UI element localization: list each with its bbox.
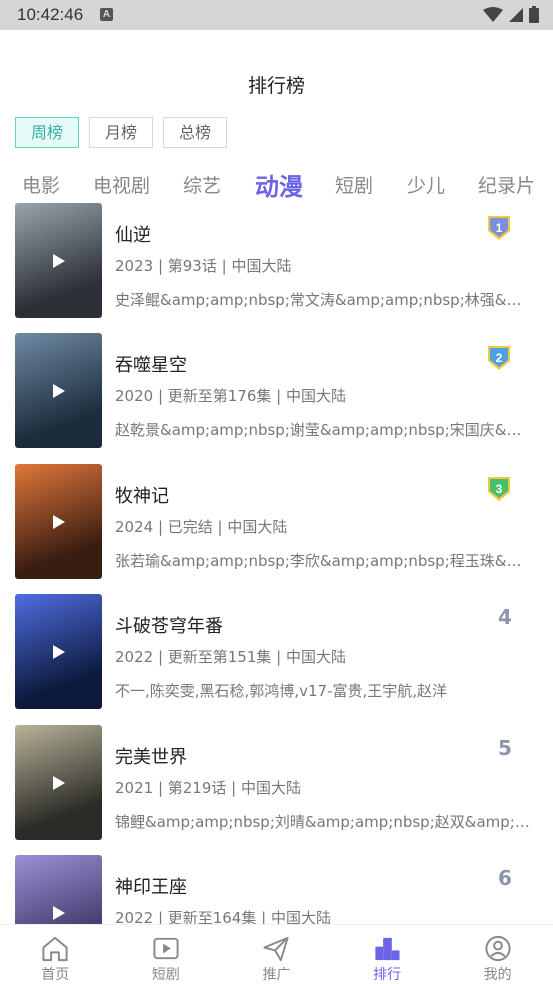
tabbar-promote[interactable]: 推广: [221, 925, 332, 984]
tabbar-home-label: 首页: [41, 967, 70, 983]
category-kids[interactable]: 少儿: [407, 171, 445, 198]
tabbar-mine[interactable]: 我的: [442, 925, 553, 984]
tabbar-ranking[interactable]: 排行: [332, 925, 443, 984]
poster-image[interactable]: [15, 855, 102, 924]
list-item[interactable]: 吞噬星空 2020 | 更新至第176集 | 中国大陆 赵乾景&amp;amp;…: [0, 332, 553, 450]
item-meta: 2023 | 第93话 | 中国大陆: [115, 257, 292, 275]
ranking-icon: [375, 937, 400, 961]
period-tabs: 周榜 月榜 总榜: [15, 117, 228, 148]
category-anime[interactable]: 动漫: [255, 167, 303, 201]
play-icon: [53, 906, 65, 920]
item-cast: 赵乾景&amp;amp;nbsp;谢莹&amp;amp;nbsp;宋国庆&amp…: [115, 421, 530, 439]
poster-image[interactable]: [15, 594, 102, 709]
list-item[interactable]: 仙逆 2023 | 第93话 | 中国大陆 史泽鲲&amp;amp;nbsp;常…: [0, 202, 553, 320]
tabbar-short-drama[interactable]: 短剧: [111, 925, 222, 984]
status-bar: 10:42:46 A: [0, 0, 553, 30]
rank-medal-number: 3: [496, 482, 503, 496]
play-icon: [53, 515, 65, 529]
system-icons: [483, 6, 539, 23]
play-icon: [53, 254, 65, 268]
tabbar-home[interactable]: 首页: [0, 925, 111, 984]
play-icon: [53, 384, 65, 398]
item-meta: 2024 | 已完结 | 中国大陆: [115, 518, 288, 536]
list-item[interactable]: 牧神记 2024 | 已完结 | 中国大陆 张若瑜&amp;amp;nbsp;李…: [0, 463, 553, 581]
signal-icon: [509, 7, 523, 22]
item-cast: 张若瑜&amp;amp;nbsp;李欣&amp;amp;nbsp;程玉珠&amp…: [115, 552, 530, 570]
item-cast: 史泽鲲&amp;amp;nbsp;常文涛&amp;amp;nbsp;林强&amp…: [115, 291, 530, 309]
item-meta: 2021 | 第219话 | 中国大陆: [115, 779, 301, 797]
list-item[interactable]: 神印王座 2022 | 更新至164集 | 中国大陆 6: [0, 854, 553, 924]
rank-number: 6: [498, 866, 512, 890]
send-icon: [263, 936, 290, 962]
poster-image[interactable]: [15, 725, 102, 840]
tabbar-ranking-label: 排行: [373, 967, 402, 983]
rank-medal-number: 2: [496, 351, 503, 365]
tab-weekly[interactable]: 周榜: [15, 117, 80, 148]
rank-number: 5: [498, 736, 512, 760]
poster-image[interactable]: [15, 464, 102, 579]
play-icon: [53, 645, 65, 659]
item-title: 仙逆: [115, 225, 151, 246]
list-item[interactable]: 斗破苍穹年番 2022 | 更新至第151集 | 中国大陆 不一,陈奕雯,黑石稔…: [0, 593, 553, 711]
rank-medal-number: 1: [496, 221, 503, 235]
item-meta: 2020 | 更新至第176集 | 中国大陆: [115, 387, 346, 405]
category-movie[interactable]: 电影: [22, 171, 60, 198]
wifi-icon: [483, 6, 503, 22]
video-icon: [153, 937, 179, 960]
tabbar-mine-label: 我的: [483, 967, 512, 983]
item-meta: 2022 | 更新至第151集 | 中国大陆: [115, 648, 346, 666]
item-title: 斗破苍穹年番: [115, 616, 223, 637]
poster-image[interactable]: [15, 203, 102, 318]
tab-monthly[interactable]: 月榜: [89, 117, 154, 148]
ranking-list: 仙逆 2023 | 第93话 | 中国大陆 史泽鲲&amp;amp;nbsp;常…: [0, 202, 553, 924]
poster-image[interactable]: [15, 333, 102, 448]
bottom-tab-bar: 首页 短剧 推广 排行 我的: [0, 924, 553, 984]
rank-number: 4: [498, 605, 512, 629]
item-title: 吞噬星空: [115, 355, 187, 376]
item-title: 完美世界: [115, 747, 187, 768]
tabbar-promote-label: 推广: [262, 967, 291, 983]
play-icon: [53, 776, 65, 790]
user-icon: [485, 935, 511, 962]
item-title: 牧神记: [115, 486, 169, 507]
category-short-drama[interactable]: 短剧: [335, 171, 373, 198]
rank-medal-icon: 1: [488, 216, 510, 240]
rank-medal-icon: 2: [488, 346, 510, 370]
home-icon: [42, 936, 68, 962]
item-cast: 锦鲤&amp;amp;nbsp;刘晴&amp;amp;nbsp;赵双&amp;a…: [115, 813, 530, 831]
notification-badge: A: [100, 8, 113, 21]
item-meta: 2022 | 更新至164集 | 中国大陆: [115, 909, 331, 924]
tabbar-short-drama-label: 短剧: [151, 967, 180, 983]
item-title: 神印王座: [115, 877, 187, 898]
category-variety[interactable]: 综艺: [183, 171, 221, 198]
page-title: 排行榜: [247, 75, 305, 97]
battery-icon: [529, 6, 539, 23]
item-cast: 不一,陈奕雯,黑石稔,郭鸿博,v17-富贵,王宇航,赵洋: [115, 682, 447, 700]
category-tv-series[interactable]: 电视剧: [93, 171, 150, 198]
status-time: 10:42:46: [17, 5, 84, 24]
category-tabs: 电影 电视剧 综艺 动漫 短剧 少儿 纪录片: [0, 165, 553, 201]
rank-medal-icon: 3: [488, 477, 510, 501]
list-item[interactable]: 完美世界 2021 | 第219话 | 中国大陆 锦鲤&amp;amp;nbsp…: [0, 724, 553, 842]
tab-overall[interactable]: 总榜: [163, 117, 228, 148]
category-documentary[interactable]: 纪录片: [478, 171, 535, 198]
